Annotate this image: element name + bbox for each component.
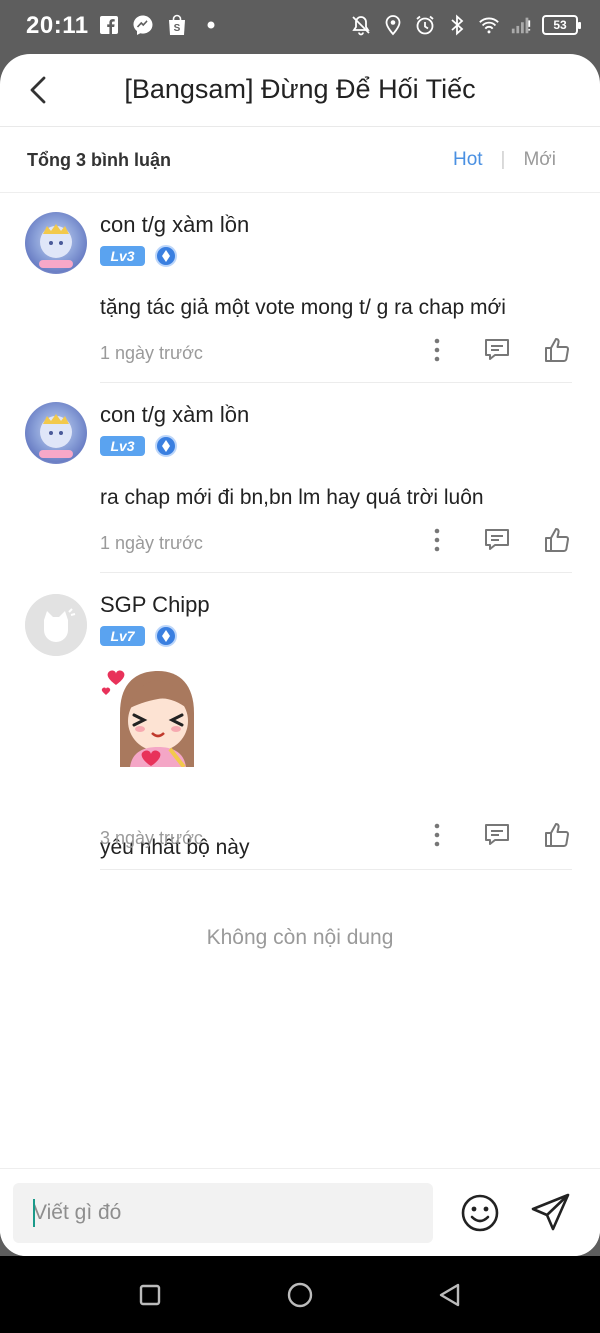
triangle-back-icon: [439, 1283, 460, 1307]
comment-icon: [485, 339, 509, 360]
reply-button[interactable]: [482, 820, 512, 850]
reply-button[interactable]: [482, 335, 512, 365]
comment-actions: [392, 525, 572, 555]
system-nav-bar: [0, 1256, 600, 1333]
avatar[interactable]: [25, 594, 87, 656]
more-vertical-icon: [434, 528, 440, 552]
more-options-button[interactable]: [422, 525, 452, 555]
comment-username[interactable]: SGP Chipp: [100, 592, 210, 618]
user-badges: Lv3: [100, 245, 177, 267]
mute-icon: [350, 14, 372, 36]
more-vertical-icon: [434, 823, 440, 847]
svg-text:S: S: [174, 23, 181, 34]
send-button[interactable]: [530, 1191, 572, 1233]
like-button[interactable]: [542, 525, 572, 555]
comment-username[interactable]: con t/g xàm lồn: [100, 402, 249, 428]
user-badges: Lv7: [100, 625, 177, 647]
comment-input-bar: [0, 1168, 600, 1256]
text-caret: [33, 1199, 35, 1227]
location-icon: [382, 14, 404, 36]
avatar[interactable]: [25, 402, 87, 464]
medal-icon: [155, 625, 177, 647]
comments-summary: Tổng 3 bình luận Hot | Mới: [0, 127, 600, 193]
send-icon: [531, 1193, 570, 1231]
comment-icon: [485, 824, 509, 845]
home-button[interactable]: [285, 1280, 315, 1310]
shopee-icon: S: [166, 14, 188, 36]
more-options-button[interactable]: [422, 820, 452, 850]
status-right-icons: 53: [350, 14, 581, 36]
medal-icon: [155, 435, 177, 457]
page-title: [Bangsam] Đừng Để Hối Tiếc: [124, 74, 476, 104]
avatar[interactable]: [25, 212, 87, 274]
status-bar: 20:11 S 53: [0, 0, 600, 56]
comment-time: 3 ngày trước: [100, 828, 203, 848]
comment-time: 1 ngày trước: [100, 533, 203, 553]
header: [Bangsam] Đừng Để Hối Tiếc: [0, 54, 600, 127]
like-button[interactable]: [542, 820, 572, 850]
comment-text: tặng tác giả một vote mong t/ g ra chap …: [100, 296, 506, 319]
comment-item: con t/g xàm lồn Lv3 tặng tác giả một vot…: [0, 194, 600, 384]
wifi-icon: [478, 14, 500, 36]
medal-icon: [155, 245, 177, 267]
comment-text: ra chap mới đi bn,bn lm hay quá trời luô…: [100, 486, 484, 509]
end-of-list-message: Không còn nội dung: [206, 926, 394, 949]
tab-hot[interactable]: Hot: [453, 149, 483, 171]
thumbs-up-icon: [545, 338, 569, 362]
comment-divider: [100, 382, 572, 383]
back-button[interactable]: [22, 70, 54, 110]
tab-new[interactable]: Mới: [523, 149, 556, 171]
facebook-icon: [98, 14, 120, 36]
more-vertical-icon: [434, 338, 440, 362]
battery-indicator: 53: [542, 15, 581, 35]
dot-icon: [200, 14, 222, 36]
comment-input[interactable]: [13, 1183, 433, 1243]
square-icon: [139, 1284, 161, 1306]
comment-icon: [485, 529, 509, 550]
sort-tabs: Hot | Mới: [453, 149, 556, 171]
comment-divider: [100, 869, 572, 870]
total-comments: Tổng 3 bình luận: [27, 150, 171, 170]
level-badge: Lv3: [100, 246, 145, 266]
default-avatar-icon: [25, 594, 87, 656]
level-badge: Lv7: [100, 626, 145, 646]
more-options-button[interactable]: [422, 335, 452, 365]
smiley-icon: [461, 1194, 499, 1232]
like-button[interactable]: [542, 335, 572, 365]
emoji-button[interactable]: [460, 1193, 500, 1233]
circle-icon: [287, 1282, 313, 1308]
chevron-left-icon: [30, 76, 46, 104]
thumbs-up-icon: [545, 823, 569, 847]
messenger-icon: [132, 14, 154, 36]
comment-username[interactable]: con t/g xàm lồn: [100, 212, 249, 238]
reply-button[interactable]: [482, 525, 512, 555]
comments-sheet: [Bangsam] Đừng Để Hối Tiếc Tổng 3 bình l…: [0, 54, 600, 1256]
thumbs-up-icon: [545, 528, 569, 552]
signal-icon: [510, 14, 532, 36]
level-badge: Lv3: [100, 436, 145, 456]
back-nav-button[interactable]: [435, 1280, 465, 1310]
status-left-icons: S: [98, 14, 222, 36]
comment-time: 1 ngày trước: [100, 343, 203, 363]
recents-button[interactable]: [135, 1280, 165, 1310]
comment-item: con t/g xàm lồn Lv3 ra chap mới đi bn,bn…: [0, 384, 600, 574]
comment-actions: [392, 335, 572, 365]
alarm-icon: [414, 14, 436, 36]
bluetooth-icon: [446, 14, 468, 36]
laughing-girl-sticker: [100, 663, 202, 769]
comment-divider: [100, 572, 572, 573]
sort-separator: |: [500, 149, 506, 170]
status-time: 20:11: [26, 12, 89, 39]
comment-actions: [392, 820, 572, 850]
user-badges: Lv3: [100, 435, 177, 457]
